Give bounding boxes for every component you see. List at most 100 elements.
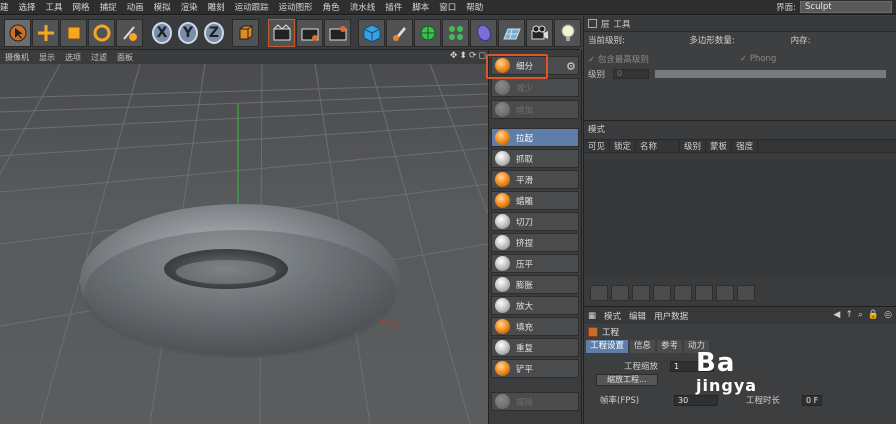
attr-menu-userdata[interactable]: 用户数据 <box>654 310 688 322</box>
level-input[interactable]: 0 <box>613 69 650 79</box>
inflate-tool-button[interactable]: 膨胀 <box>491 275 579 294</box>
knife-tool-button[interactable]: 切刀 <box>491 212 579 231</box>
cube-icon[interactable] <box>358 19 385 47</box>
increase-icon <box>495 102 510 117</box>
menu-select[interactable]: 选择 <box>14 1 41 13</box>
dolly-icon[interactable]: ⬍ <box>459 51 467 61</box>
erase-tool-button[interactable]: 擦除 <box>491 392 579 411</box>
menu-tools[interactable]: 工具 <box>41 1 68 13</box>
render-settings-icon[interactable] <box>324 19 351 47</box>
render-view-icon[interactable] <box>268 19 295 47</box>
back-arrow-icon[interactable]: ◀ <box>833 310 840 320</box>
menu-help[interactable]: 帮助 <box>461 1 488 13</box>
x-axis-lock-button[interactable]: X <box>152 22 172 44</box>
scale-icon[interactable] <box>60 19 87 47</box>
menu-snap[interactable]: 捕捉 <box>95 1 122 13</box>
viewport-menu-options[interactable]: 选项 <box>60 52 86 63</box>
scrape-tool-button[interactable]: 铲平 <box>491 359 579 378</box>
menu-script[interactable]: 脚本 <box>407 1 434 13</box>
fps-input[interactable]: 30 <box>674 394 718 406</box>
menu-sculpt[interactable]: 雕刻 <box>203 1 230 13</box>
menu-character[interactable]: 角色 <box>318 1 345 13</box>
search-icon[interactable]: ⌕ <box>858 310 863 320</box>
menu-mograph[interactable]: 运动图形 <box>274 1 318 13</box>
tab-tool[interactable]: 工具 <box>614 18 631 30</box>
menu-create[interactable]: 建 <box>0 1 14 13</box>
menu-motion-tracking[interactable]: 运动跟踪 <box>230 1 274 13</box>
tab-layer[interactable]: 层 <box>601 18 610 30</box>
merge-layer-button[interactable] <box>632 285 650 301</box>
erase-label: 擦除 <box>516 397 534 408</box>
phong-checkbox[interactable]: ✓ Phong <box>740 54 892 64</box>
render-picture-icon[interactable] <box>296 19 323 47</box>
smooth-tool-button[interactable]: 平滑 <box>491 170 579 189</box>
pinch-label: 挤捏 <box>516 238 534 249</box>
layout-select[interactable]: Sculpt <box>800 1 892 13</box>
z-axis-lock-button[interactable]: Z <box>204 22 224 44</box>
viewport-menu-panel[interactable]: 面板 <box>112 52 138 63</box>
pinch-tool-button[interactable]: 挤捏 <box>491 233 579 252</box>
bake-layer-button[interactable] <box>737 285 755 301</box>
light-icon[interactable] <box>554 19 581 47</box>
floor-icon[interactable] <box>498 19 525 47</box>
increase-button[interactable]: 增加 <box>491 100 579 119</box>
tab-reference[interactable]: 参考 <box>657 340 683 353</box>
tab-info[interactable]: 信息 <box>630 340 656 353</box>
fill-tool-button[interactable]: 填充 <box>491 317 579 336</box>
knife-label: 切刀 <box>516 217 534 228</box>
orbit-icon[interactable]: ⟳ <box>469 51 477 61</box>
target-icon[interactable]: ◎ <box>884 310 892 320</box>
pull-tool-button[interactable]: 拉起 <box>491 128 579 147</box>
move-icon[interactable] <box>32 19 59 47</box>
watermark-line1: Ba <box>696 348 736 378</box>
scale-project-button[interactable]: 缩放工程... <box>596 374 658 386</box>
menu-window[interactable]: 窗口 <box>434 1 461 13</box>
live-select-icon[interactable] <box>116 19 143 47</box>
layers-list[interactable] <box>584 159 896 277</box>
add-folder-button[interactable] <box>611 285 629 301</box>
amplify-tool-button[interactable]: 放大 <box>491 296 579 315</box>
paste-layer-button[interactable] <box>716 285 734 301</box>
menu-simulate[interactable]: 模拟 <box>149 1 176 13</box>
menu-mesh[interactable]: 网格 <box>68 1 95 13</box>
torus-object[interactable] <box>80 204 400 358</box>
cloner-icon[interactable] <box>442 19 469 47</box>
menu-animate[interactable]: 动画 <box>122 1 149 13</box>
coord-system-icon[interactable] <box>232 19 259 47</box>
decrease-button[interactable]: 减少 <box>491 78 579 97</box>
fps-label: 帧率(FPS) <box>600 396 640 406</box>
project-time-input[interactable]: 0 F <box>802 394 822 406</box>
maximize-icon[interactable]: ◻ <box>479 51 486 61</box>
rotate-icon[interactable] <box>88 19 115 47</box>
up-arrow-icon[interactable]: ↑ <box>845 310 853 320</box>
mask-layer-button[interactable] <box>674 285 692 301</box>
wax-tool-button[interactable]: 蜡雕 <box>491 191 579 210</box>
subdivision-surface-icon[interactable] <box>414 19 441 47</box>
deformer-icon[interactable] <box>470 19 497 47</box>
add-layer-button[interactable] <box>590 285 608 301</box>
grab-tool-button[interactable]: 抓取 <box>491 149 579 168</box>
include-top-level-checkbox[interactable]: ✓ 包含最高级别 <box>588 53 740 65</box>
level-slider[interactable] <box>655 70 886 78</box>
menu-plugins[interactable]: 插件 <box>380 1 407 13</box>
y-axis-lock-button[interactable]: Y <box>178 22 198 44</box>
attr-menu-edit[interactable]: 编辑 <box>629 310 646 322</box>
menu-pipeline[interactable]: 流水线 <box>345 1 381 13</box>
pen-icon[interactable] <box>386 19 413 47</box>
delete-layer-button[interactable] <box>653 285 671 301</box>
pointer-icon[interactable] <box>4 19 31 47</box>
viewport-menu-filter[interactable]: 过滤 <box>86 52 112 63</box>
flatten-tool-button[interactable]: 压平 <box>491 254 579 273</box>
lock-icon[interactable]: 🔒 <box>868 310 879 320</box>
gear-icon[interactable]: ⚙ <box>566 60 576 73</box>
camera-icon[interactable] <box>526 19 553 47</box>
viewport-menu-display[interactable]: 显示 <box>34 52 60 63</box>
viewport-menu-camera[interactable]: 摄像机 <box>0 52 34 63</box>
copy-layer-button[interactable] <box>695 285 713 301</box>
repeat-tool-button[interactable]: 重复 <box>491 338 579 357</box>
pan-icon[interactable]: ✥ <box>450 51 458 61</box>
attr-menu-mode[interactable]: 模式 <box>604 310 621 322</box>
3d-viewport[interactable] <box>0 64 488 424</box>
menu-render[interactable]: 渲染 <box>176 1 203 13</box>
tab-project-settings[interactable]: 工程设置 <box>586 340 629 353</box>
